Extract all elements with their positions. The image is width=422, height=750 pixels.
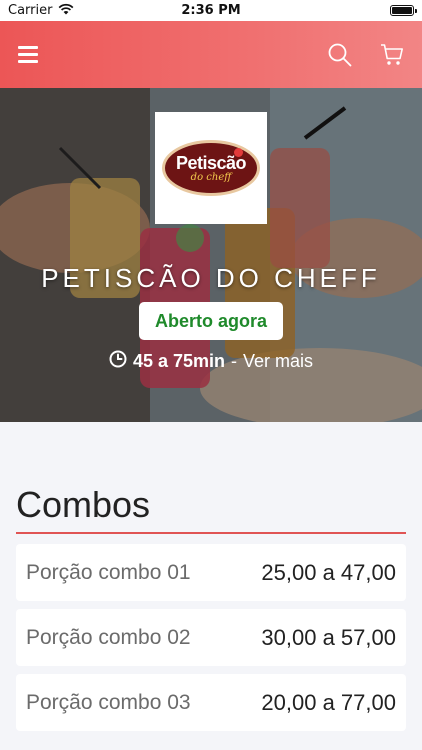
logo-sub-text: do cheff	[190, 171, 232, 183]
item-name: Porção combo 02	[26, 625, 191, 649]
header-actions	[328, 43, 404, 67]
cart-icon[interactable]	[380, 43, 404, 67]
delivery-time: 45 a 75min	[132, 351, 226, 371]
section-divider	[16, 532, 406, 534]
item-name: Porção combo 01	[26, 560, 191, 584]
app-header	[0, 21, 422, 88]
carrier-label: Carrier	[8, 3, 53, 18]
item-price: 25,00 a 47,00	[261, 559, 396, 585]
clock-icon	[109, 350, 127, 373]
menu-content: Combos Porção combo 01 25,00 a 47,00 Por…	[0, 422, 422, 750]
wifi-icon	[58, 3, 74, 19]
battery-fill	[392, 7, 412, 14]
delivery-separator: -	[231, 351, 238, 371]
section-title: Combos	[16, 484, 151, 525]
status-bar: Carrier 2:36 PM	[0, 0, 422, 21]
menu-item[interactable]: Porção combo 03 20,00 a 77,00	[16, 674, 406, 731]
restaurant-logo: Petiscão do cheff	[155, 112, 267, 224]
item-name: Porção combo 03	[26, 690, 191, 714]
restaurant-name: PETISCÃO DO CHEFF	[41, 263, 381, 293]
battery-icon	[390, 5, 417, 16]
restaurant-hero: Petiscão do cheff PETISCÃO DO CHEFF Aber…	[0, 88, 422, 422]
menu-item[interactable]: Porção combo 02 30,00 a 57,00	[16, 609, 406, 666]
search-icon[interactable]	[328, 43, 352, 67]
see-more-link[interactable]: Ver mais	[243, 351, 313, 372]
menu-item[interactable]: Porção combo 01 25,00 a 47,00	[16, 544, 406, 601]
item-price: 30,00 a 57,00	[261, 624, 396, 650]
delivery-info: 45 a 75min - Ver mais	[0, 350, 422, 373]
logo-accent-dot	[234, 148, 243, 157]
hamburger-menu-icon[interactable]	[18, 46, 38, 63]
logo-emblem: Petiscão do cheff	[162, 140, 260, 196]
open-status-badge: Aberto agora	[139, 302, 283, 340]
item-price: 20,00 a 77,00	[261, 689, 396, 715]
status-left: Carrier	[8, 3, 74, 19]
